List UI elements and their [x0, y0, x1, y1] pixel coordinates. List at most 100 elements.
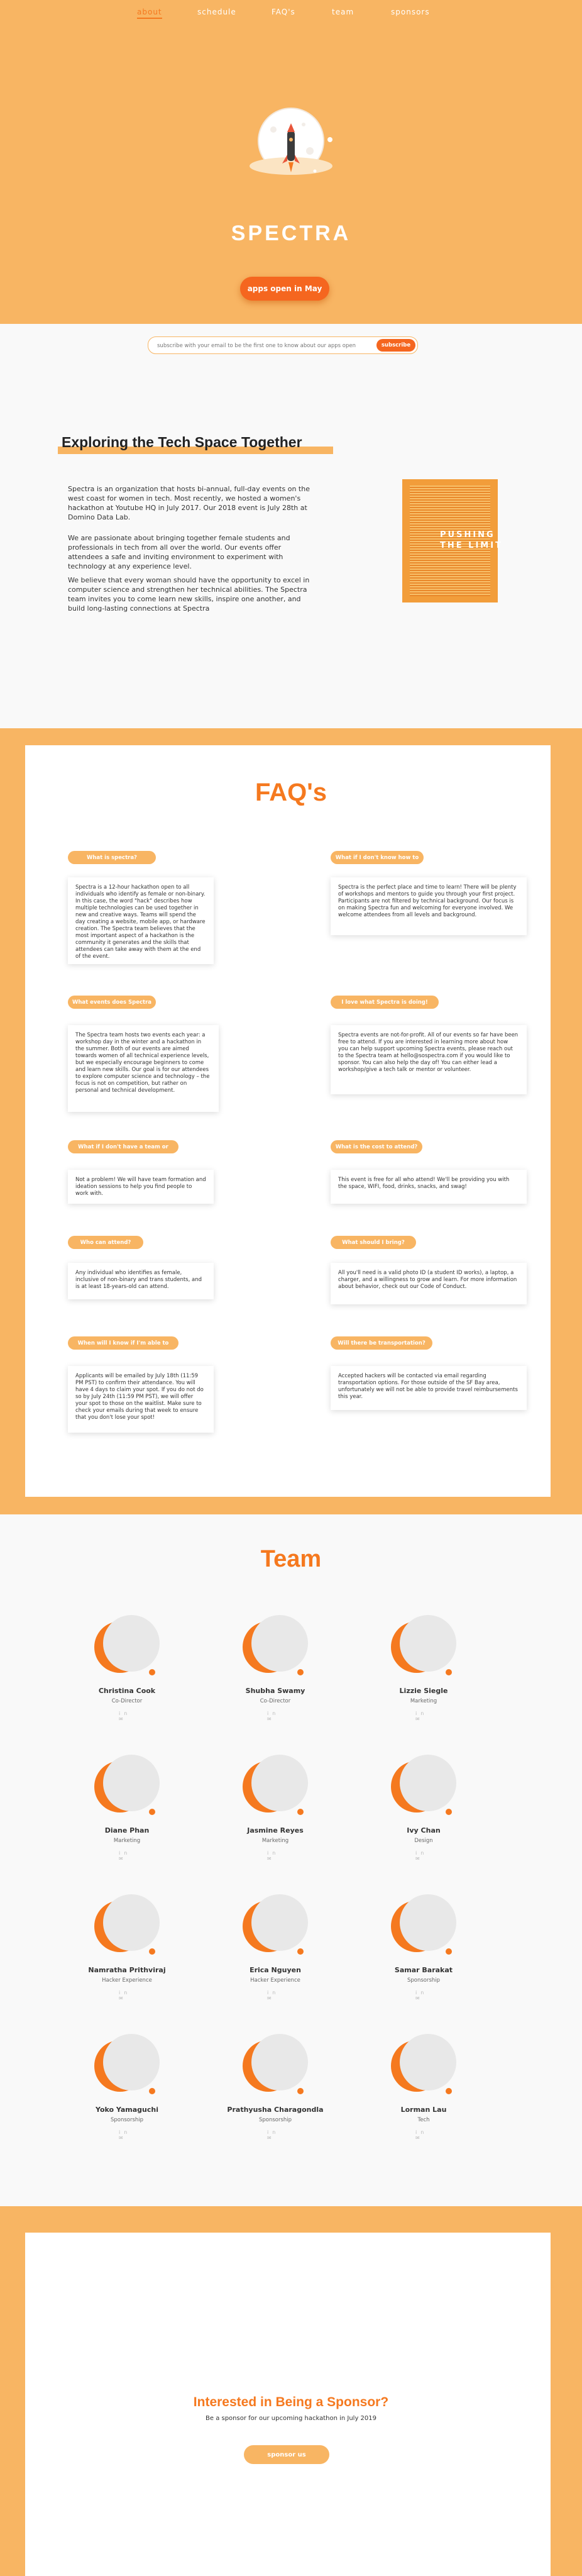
- faq-title: FAQ's: [255, 779, 327, 806]
- social-icons[interactable]: in ✉: [415, 1711, 434, 1722]
- team-member-card: Samar Barakat Sponsorship in ✉: [367, 1894, 468, 2020]
- member-role: Hacker Experience: [250, 1977, 300, 1984]
- team-member-card: Lizzie Siegle Marketing in ✉: [367, 1615, 468, 1741]
- nav-link-schedule[interactable]: schedule: [197, 8, 236, 16]
- avatar: [391, 1615, 456, 1680]
- poster-text: PUSHING THE LIMIT: [440, 530, 503, 550]
- faq-answer: Not a problem! We will have team formati…: [68, 1170, 214, 1204]
- avatar: [391, 1894, 456, 1960]
- faq-answer: Accepted hackers will be contacted via e…: [331, 1366, 527, 1410]
- nav-link-sponsors[interactable]: sponsors: [391, 8, 430, 16]
- member-name: Ivy Chan: [407, 1826, 441, 1835]
- faq-answer: This event is free for all who attend! W…: [331, 1170, 527, 1204]
- avatar: [243, 2034, 308, 2099]
- team-member-card: Prathyusha Charagondla Sponsorship in ✉: [219, 2034, 324, 2160]
- member-name: Christina Cook: [98, 1687, 156, 1695]
- faq-question[interactable]: When will I know if I'm able to attend?: [68, 1336, 178, 1360]
- faq-answer: Any individual who identifies as female,…: [68, 1263, 214, 1299]
- about-paragraph: We are passionate about bringing togethe…: [68, 534, 290, 570]
- faq-answer: Spectra is a 12-hour hackathon open to a…: [68, 877, 214, 964]
- faq-answer: All you'll need is a valid photo ID (a s…: [331, 1263, 527, 1304]
- sponsor-subtitle: Be a sponsor for our upcoming hackathon …: [206, 2415, 376, 2422]
- member-name: Erica Nguyen: [250, 1966, 301, 1974]
- social-icons[interactable]: in ✉: [415, 2129, 434, 2141]
- social-icons[interactable]: in ✉: [415, 1990, 434, 2001]
- member-name: Lorman Lau: [400, 2106, 447, 2114]
- member-name: Jasmine Reyes: [247, 1826, 304, 1835]
- member-role: Marketing: [410, 1698, 437, 1704]
- member-role: Design: [414, 1838, 433, 1844]
- sponsor-title: Interested in Being a Sponsor?: [193, 2395, 389, 2409]
- team-member-card: Erica Nguyen Hacker Experience in ✉: [219, 1894, 319, 2020]
- avatar: [243, 1615, 308, 1680]
- faq-question[interactable]: Will there be transportation?: [331, 1336, 432, 1350]
- member-role: Co-Director: [260, 1698, 291, 1704]
- avatar: [391, 1755, 456, 1820]
- avatar: [94, 1894, 160, 1960]
- member-name: Shubha Swamy: [245, 1687, 305, 1695]
- nav-link-team[interactable]: team: [332, 8, 354, 16]
- subscribe-button[interactable]: subscribe: [376, 339, 415, 352]
- member-name: Lizzie Siegle: [399, 1687, 448, 1695]
- faq-question[interactable]: What if I don't know how to code?: [331, 851, 424, 874]
- team-member-card: Christina Cook Co-Director in ✉: [70, 1615, 171, 1741]
- team-member-card: Diane Phan Marketing in ✉: [70, 1755, 171, 1880]
- rocket-moon-icon: [250, 108, 332, 175]
- member-role: Sponsorship: [110, 2117, 144, 2123]
- avatar: [243, 1894, 308, 1960]
- social-icons[interactable]: in ✉: [267, 1990, 286, 2001]
- faq-question[interactable]: What events does Spectra host?: [68, 996, 156, 1019]
- avatar: [94, 1615, 160, 1680]
- member-name: Yoko Yamaguchi: [95, 2106, 158, 2114]
- nav-link-faq[interactable]: FAQ's: [272, 8, 295, 16]
- member-role: Marketing: [113, 1838, 141, 1844]
- team-member-card: Namratha Prithviraj Hacker Experience in…: [70, 1894, 171, 2020]
- faq-question[interactable]: What if I don't have a team or idea yet?: [68, 1140, 178, 1163]
- email-field[interactable]: [156, 340, 366, 352]
- member-role: Marketing: [261, 1838, 289, 1844]
- faq-question[interactable]: What is spectra?: [68, 851, 156, 864]
- faq-answer: Spectra events are not-for-profit. All o…: [331, 1025, 527, 1094]
- faq-answer: Spectra is the perfect place and time to…: [331, 877, 527, 935]
- member-name: Namratha Prithviraj: [88, 1966, 166, 1974]
- subscribe-form: subscribe: [148, 336, 418, 354]
- member-role: Hacker Experience: [102, 1977, 152, 1984]
- about-paragraph: We believe that every woman should have …: [68, 576, 310, 613]
- avatar: [243, 1755, 308, 1820]
- faq-question[interactable]: I love what Spectra is doing! How can I …: [331, 996, 439, 1019]
- faq-question[interactable]: What should I bring?: [331, 1236, 416, 1249]
- team-title: Team: [260, 1546, 322, 1572]
- social-icons[interactable]: in ✉: [415, 1850, 434, 1862]
- nav-link-about[interactable]: about: [137, 8, 162, 19]
- apps-open-button[interactable]: apps open in May: [240, 277, 329, 301]
- social-icons[interactable]: in ✉: [119, 1990, 138, 2001]
- faq-question[interactable]: Who can attend?: [68, 1236, 143, 1249]
- member-name: Diane Phan: [104, 1826, 150, 1835]
- social-icons[interactable]: in ✉: [119, 1711, 138, 1722]
- member-name: Samar Barakat: [394, 1966, 453, 1974]
- team-member-card: Ivy Chan Design in ✉: [367, 1755, 468, 1880]
- faq-answer: Applicants will be emailed by July 18th …: [68, 1366, 214, 1433]
- avatar: [94, 2034, 160, 2099]
- faq-question[interactable]: What is the cost to attend?: [331, 1140, 422, 1153]
- team-member-card: Yoko Yamaguchi Sponsorship in ✉: [70, 2034, 171, 2160]
- avatar: [94, 1755, 160, 1820]
- member-name: Prathyusha Charagondla: [227, 2106, 324, 2114]
- member-role: Tech: [417, 2117, 430, 2123]
- social-icons[interactable]: in ✉: [119, 2129, 138, 2141]
- social-icons[interactable]: in ✉: [267, 1711, 286, 1722]
- team-member-card: Lorman Lau Tech in ✉: [367, 2034, 468, 2160]
- member-role: Sponsorship: [407, 1977, 441, 1984]
- top-nav: about schedule FAQ's team sponsors: [0, 0, 582, 26]
- social-icons[interactable]: in ✉: [267, 2129, 286, 2141]
- member-role: Sponsorship: [258, 2117, 292, 2123]
- member-role: Co-Director: [111, 1698, 143, 1704]
- brand-title: SPECTRA: [231, 221, 351, 245]
- about-paragraph: Spectra is an organization that hosts bi…: [68, 485, 310, 521]
- team-member-card: Shubha Swamy Co-Director in ✉: [219, 1615, 319, 1741]
- social-icons[interactable]: in ✉: [119, 1850, 138, 1862]
- about-title: Exploring the Tech Space Together: [62, 434, 302, 450]
- social-icons[interactable]: in ✉: [267, 1850, 286, 1862]
- sponsor-us-button[interactable]: sponsor us: [244, 2445, 329, 2464]
- team-member-card: Jasmine Reyes Marketing in ✉: [219, 1755, 319, 1880]
